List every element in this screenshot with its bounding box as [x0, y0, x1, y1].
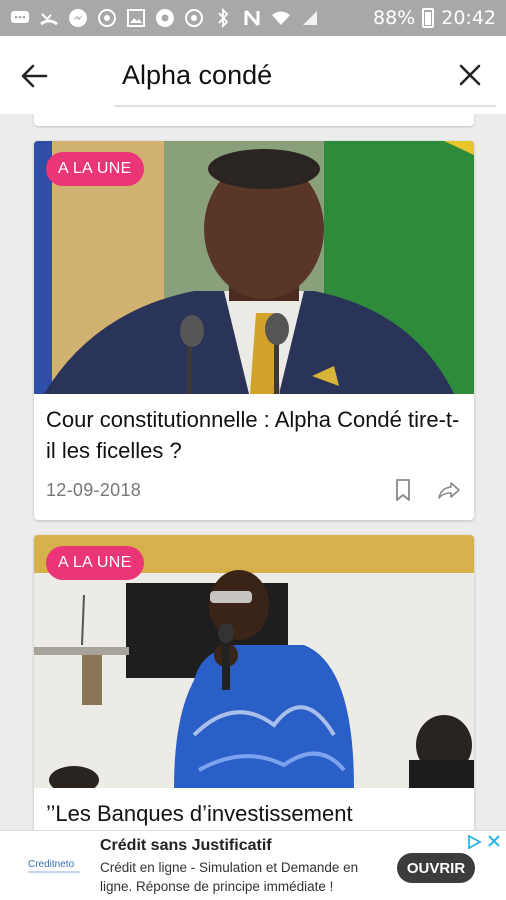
- headline-badge: A LA UNE: [46, 546, 144, 580]
- ad-close-icon[interactable]: [486, 833, 502, 849]
- previous-card[interactable]: [34, 114, 474, 126]
- article-title[interactable]: ’’Les Banques d’investissement: [34, 788, 474, 829]
- adchoices-icon[interactable]: [466, 834, 482, 850]
- nfc-icon: [242, 8, 262, 28]
- gallery-icon: [126, 8, 146, 28]
- messages-icon: [10, 8, 30, 28]
- bookmark-button[interactable]: [390, 477, 416, 503]
- search-input[interactable]: [122, 56, 422, 94]
- search-header: [0, 36, 506, 114]
- article-meta: 12-09-2018: [46, 478, 462, 502]
- vpn-icon: [97, 8, 117, 28]
- article-date: 12-09-2018: [46, 479, 142, 500]
- battery-percent: 88%: [373, 7, 416, 29]
- chrome-icon: [155, 8, 175, 28]
- headline-badge: A LA UNE: [46, 152, 144, 186]
- back-button[interactable]: [18, 60, 50, 92]
- share-icon: [438, 482, 460, 499]
- svg-text:Creditneto: Creditneto: [28, 859, 75, 870]
- ad-text[interactable]: Crédit en ligne - Simulation et Demande …: [100, 858, 380, 896]
- clock: 20:42: [441, 7, 496, 29]
- vpn-icon: [184, 8, 204, 28]
- article-image: A LA UNE: [34, 141, 474, 394]
- search-underline: [114, 105, 496, 107]
- share-button[interactable]: [436, 477, 462, 503]
- ad-open-button[interactable]: OUVRIR: [397, 853, 475, 883]
- ad-title[interactable]: Crédit sans Justificatif: [100, 837, 272, 855]
- ad-banner[interactable]: Creditneto Crédit sans Justificatif Créd…: [0, 830, 506, 900]
- close-icon: [459, 64, 481, 86]
- status-bar: 88% 20:42: [0, 0, 506, 36]
- bookmark-icon: [396, 479, 410, 501]
- results-feed[interactable]: A LA UNE Cour constitutionnelle : Alpha …: [0, 114, 506, 830]
- article-title[interactable]: Cour constitutionnelle : Alpha Condé tir…: [34, 394, 474, 466]
- bluetooth-icon: [213, 8, 233, 28]
- arrow-left-icon: [21, 64, 48, 88]
- missed-call-icon: [39, 8, 59, 28]
- signal-icon: [300, 8, 320, 28]
- creditneto-logo: Creditneto: [26, 851, 86, 881]
- article-card[interactable]: A LA UNE ’’Les Banques d’investissement: [34, 535, 474, 830]
- status-right: 88% 20:42: [373, 7, 496, 29]
- clear-search-button[interactable]: [455, 60, 485, 90]
- article-card[interactable]: A LA UNE Cour constitutionnelle : Alpha …: [34, 141, 474, 520]
- article-image: A LA UNE: [34, 535, 474, 788]
- messenger-icon: [68, 8, 88, 28]
- wifi-icon: [271, 8, 291, 28]
- battery-icon: [422, 8, 435, 28]
- notification-icons: [10, 8, 373, 28]
